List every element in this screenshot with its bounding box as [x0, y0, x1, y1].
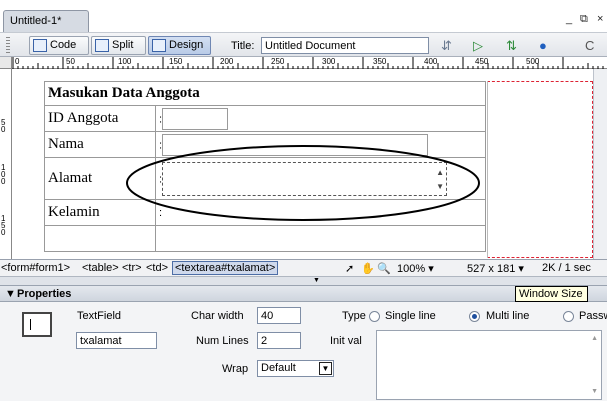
ruler-mark: 500 [526, 57, 540, 66]
num-lines-input[interactable] [257, 332, 301, 349]
ruler-mark: 5 0 [1, 118, 6, 134]
zoom-select[interactable]: 100% ▾ [397, 262, 434, 275]
tag-table[interactable]: <table> [82, 262, 119, 274]
split-view-button[interactable]: Split [91, 36, 146, 55]
title-label: Title: [231, 40, 255, 52]
split-icon [95, 39, 109, 52]
code-view-button[interactable]: Code [29, 36, 89, 55]
ruler-mark: 1 0 0 [1, 163, 6, 186]
download-size: 2K / 1 sec [542, 262, 591, 274]
collapse-arrow-icon[interactable]: ▼ [313, 277, 320, 284]
init-val-textarea[interactable]: ▲ ▼ [376, 330, 602, 400]
ruler-mark: 300 [322, 57, 336, 66]
chevron-down-icon: ▼ [319, 362, 332, 375]
select-tool-icon[interactable]: ➚ [345, 262, 354, 275]
view-options-icon[interactable]: C [585, 38, 594, 53]
design-icon [152, 39, 166, 52]
vertical-ruler: 5 0 1 0 0 1 5 0 [0, 69, 12, 259]
tag-selector-bar: <form#form1> <table> <tr> <td> <textarea… [0, 259, 607, 276]
zoom-value: 100% [397, 263, 426, 275]
ruler-ticks [12, 57, 604, 69]
split-view-label: Split [112, 39, 134, 51]
scroll-down-icon[interactable]: ▼ [591, 388, 598, 395]
design-view-label: Design [169, 39, 204, 51]
code-view-label: Code [50, 39, 77, 51]
panel-splitter[interactable] [0, 276, 607, 285]
horizontal-ruler: 0 50 100 150 200 250 300 350 400 450 500 [12, 57, 607, 69]
num-lines-label: Num Lines [196, 335, 249, 347]
type-password-label: Passw [579, 310, 607, 322]
wrap-value: Default [261, 362, 296, 374]
wrap-label: Wrap [222, 363, 249, 375]
char-width-input[interactable] [257, 307, 301, 324]
chevron-down-icon: ▾ [428, 263, 434, 275]
textfield-icon [22, 312, 52, 337]
document-tab-label: Untitled-1* [10, 15, 62, 27]
globe-icon[interactable]: ● [539, 38, 547, 53]
ruler-mark: 0 [15, 57, 20, 66]
scroll-up-icon[interactable]: ▲ [591, 335, 598, 342]
document-title-input[interactable] [261, 37, 429, 54]
tag-form[interactable]: <form#form1> [1, 262, 70, 274]
tag-textarea[interactable]: <textarea#txalamat> [172, 261, 279, 275]
document-toolbar: Code Split Design Title: ⇵ ▷ ⇅ ● C [0, 32, 607, 57]
refresh-icon[interactable]: ⇅ [506, 38, 517, 54]
design-view-button[interactable]: Design [148, 36, 211, 55]
hand-tool-icon[interactable]: ✋ [361, 262, 375, 275]
close-icon[interactable]: × [597, 13, 603, 25]
element-type-label: TextField [77, 310, 122, 322]
ruler-mark: 1 5 0 [1, 214, 6, 237]
file-management-icon[interactable]: ⇵ [441, 38, 452, 54]
ruler-mark: 450 [475, 57, 489, 66]
type-multi-line-label: Multi line [486, 310, 530, 322]
type-multi-line-radio[interactable] [469, 311, 480, 322]
canvas-scrollbar[interactable] [593, 69, 607, 259]
type-single-line-radio[interactable] [369, 311, 380, 322]
ruler-origin[interactable] [0, 57, 12, 69]
document-tab[interactable]: Untitled-1* [3, 10, 89, 32]
document-tab-bar: Untitled-1* _ ⧉ × [0, 0, 607, 32]
char-width-label: Char width [191, 310, 244, 322]
toolbar-grip[interactable] [6, 37, 10, 53]
type-password-radio[interactable] [563, 311, 574, 322]
type-label: Type [342, 310, 366, 322]
window-size-tooltip: Window Size [515, 286, 588, 302]
type-single-line-label: Single line [385, 310, 436, 322]
tag-tr[interactable]: <tr> [122, 262, 142, 274]
ruler-mark: 100 [118, 57, 132, 66]
code-icon [33, 39, 47, 52]
ruler-mark: 400 [424, 57, 438, 66]
tag-td[interactable]: <td> [146, 262, 168, 274]
preview-browser-icon[interactable]: ▷ [473, 38, 483, 54]
design-canvas[interactable]: Masukan Data Anggota ID Anggota : Nama :… [13, 69, 607, 259]
window-size-select[interactable]: 527 x 181 ▾ [467, 262, 524, 275]
element-name-input[interactable] [76, 332, 157, 349]
window-size-value: 527 x 181 [467, 263, 516, 275]
init-val-label: Init val [330, 335, 362, 347]
annotation-ellipse [126, 145, 480, 221]
wrap-select[interactable]: Default ▼ [257, 360, 334, 377]
ruler-mark: 150 [169, 57, 183, 66]
ruler-mark: 250 [271, 57, 285, 66]
properties-title: Properties [17, 288, 72, 300]
ruler-mark: 200 [220, 57, 234, 66]
chevron-down-icon: ▾ [518, 263, 524, 275]
ruler-mark: 50 [66, 57, 75, 66]
restore-icon[interactable]: ⧉ [580, 13, 588, 26]
zoom-tool-icon[interactable]: 🔍 [377, 262, 391, 275]
minimize-icon[interactable]: _ [566, 13, 572, 25]
ruler-mark: 350 [373, 57, 387, 66]
chevron-down-icon: ▼ [5, 288, 16, 300]
